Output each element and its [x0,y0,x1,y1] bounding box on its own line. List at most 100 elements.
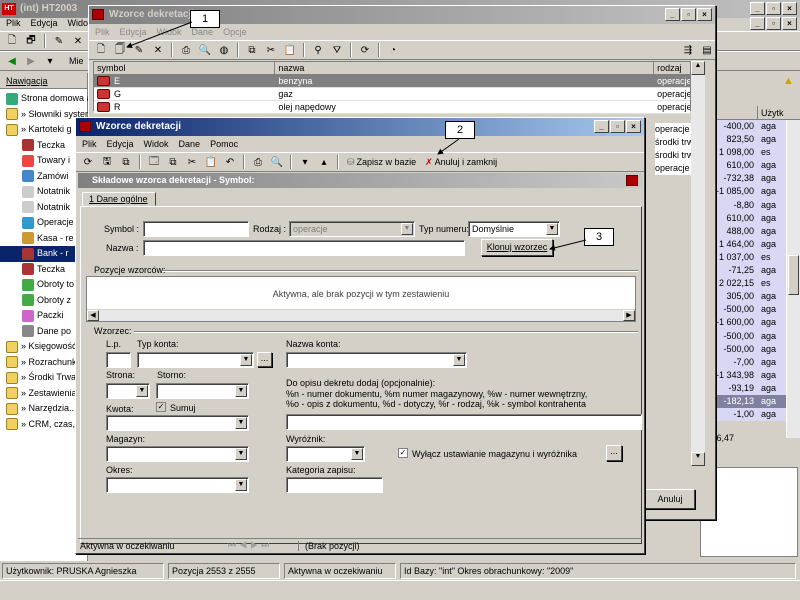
preview-icon[interactable]: 🔍 [269,154,285,170]
undo-icon[interactable]: ↶ [222,154,238,170]
col-symbol[interactable]: symbol [94,62,276,74]
save-disk-icon[interactable]: 🖫 [99,154,115,170]
lp-input[interactable] [106,352,131,368]
mdi-close-icon[interactable]: × [782,17,797,30]
nav-tree-item[interactable]: » Narzędzia... [0,401,87,417]
w1-menu-dane[interactable]: Dane [192,27,214,37]
menu-edycja[interactable]: Edycja [31,18,58,28]
nav-tree-item[interactable]: Teczka [0,138,87,154]
typ-konta-select[interactable]: ▼ [137,352,254,368]
kategoria-input[interactable] [286,477,383,493]
nav-tree-item[interactable]: Zamówi [0,169,87,185]
w2-minimize-icon[interactable]: _ [594,120,609,133]
nav-tree-item[interactable]: » Księgowość [0,339,87,355]
w1-menu-widok[interactable]: Widok [157,27,182,37]
nav-tree-item[interactable]: Teczka [0,262,87,278]
magazyn-select[interactable]: ▼ [106,446,249,462]
w1-menu-edycja[interactable]: Edycja [120,27,147,37]
nav-tree-item[interactable]: » CRM, czas, [0,417,87,433]
nav-tree-item[interactable]: » Rozrachunk [0,355,87,371]
w1-close-icon[interactable]: × [697,8,712,21]
cut-icon[interactable]: ✂ [263,42,279,58]
nazwa-input[interactable] [143,240,465,256]
wylacz-browse-button[interactable]: ... [606,445,622,461]
nav-tree-item[interactable]: » Zestawienia [0,386,87,402]
w2-maximize-icon[interactable]: ▫ [610,120,625,133]
w1-menu-opcje[interactable]: Opcje [223,27,247,37]
opis-input[interactable] [286,414,642,430]
nav-tree-item[interactable]: Obroty z [0,293,87,309]
nav-tree-item[interactable]: Paczki [0,308,87,324]
cancel-close-button[interactable]: ✗ Anuluj i zamknij [422,157,500,168]
delete-icon[interactable]: ✕ [150,42,166,58]
nazwa-konta-select[interactable]: ▼ [286,352,467,368]
w2-close-icon[interactable]: × [626,120,641,133]
w1-maximize-icon[interactable]: ▫ [681,8,696,21]
storno-select[interactable]: ▼ [156,383,249,399]
nav-tree-item[interactable]: Kasa - re [0,231,87,247]
rodzaj-select[interactable]: operacje ▼ [289,221,415,237]
copy-icon[interactable]: ⧉ [165,154,181,170]
typ-numeru-select[interactable]: Domyślnie ▼ [468,221,560,237]
table-row[interactable]: Ebenzyna operacje [94,75,690,88]
open-icon[interactable]: 🗗 [23,33,39,49]
strona-select[interactable]: ▼ [106,383,150,399]
forward-icon[interactable]: ▶ [23,53,39,69]
w2-menu-plik[interactable]: Plik [82,139,97,149]
refresh-icon[interactable]: ⟳ [357,42,373,58]
new-from-icon[interactable]: 🗍 [112,42,128,58]
mdi-restore-icon[interactable]: ▫ [766,17,781,30]
gauge-icon[interactable]: ◔ [385,42,401,58]
clone-button[interactable]: Klonuj wzorzec [481,239,553,256]
w1-menu-plik[interactable]: Plik [95,27,110,37]
globe-icon[interactable]: ◍ [216,42,232,58]
close-icon[interactable]: × [782,2,797,15]
nav-tree-item[interactable]: » Słowniki system [0,107,93,123]
arrow-down-icon[interactable]: ▾ [297,154,313,170]
edit-icon[interactable]: ✎ [131,42,147,58]
new-doc-icon[interactable]: 🗋 [93,42,109,58]
wylacz-checkbox[interactable]: ✓ [398,448,408,458]
okres-select[interactable]: ▼ [106,477,249,493]
save-to-db-button[interactable]: ⛁ Zapisz w bazie [344,157,419,168]
filter-icon[interactable]: ⛛ [329,42,345,58]
delete-icon[interactable]: ✕ [70,33,86,49]
window-icon[interactable]: 🗔 [146,154,162,170]
w2-menu-pomoc[interactable]: Pomoc [210,139,238,149]
arrow-up-icon[interactable]: ▴ [316,154,332,170]
minimize-icon[interactable]: _ [750,2,765,15]
export-icon[interactable]: ⇶ [680,42,696,58]
attach-icon[interactable]: ⧉ [118,154,134,170]
col-header-user[interactable]: Użytk [758,106,786,119]
nav-tree-item[interactable]: » Kartoteki g [0,122,87,138]
copy-icon[interactable]: ⧉ [244,42,260,58]
nav-tree-item[interactable]: Strona domowa a [0,91,92,107]
symbol-input[interactable] [143,221,249,237]
cut-icon[interactable]: ✂ [184,154,200,170]
table-row[interactable]: Rolej napędowy operacje [94,101,690,114]
w2-menu-edycja[interactable]: Edycja [107,139,134,149]
nav-tree-item[interactable]: Dane po [0,324,87,340]
w1-minimize-icon[interactable]: _ [665,8,680,21]
nav-tree-item[interactable]: Operacje [0,215,87,231]
w1-cancel-button[interactable]: Anuluj [645,489,695,509]
paste-icon[interactable]: 📋 [203,154,219,170]
nav-tree-item[interactable]: » Środki Trwa [0,370,87,386]
right-scrollbar[interactable] [786,120,800,438]
pozycje-hscroll[interactable]: ◀ ▶ [87,309,635,321]
wyroznik-select[interactable]: ▼ [286,446,365,462]
col-nazwa[interactable]: nazwa [275,62,655,74]
kwota-select[interactable]: ▼ [106,415,249,431]
nav-tab[interactable]: Nawigacja [0,73,87,89]
paste-icon[interactable]: 📋 [282,42,298,58]
w2-menu-widok[interactable]: Widok [144,139,169,149]
nav-tree-item[interactable]: Notatnik [0,184,87,200]
w1-vscroll[interactable]: ▲ ▼ [691,61,705,466]
dropdown-icon[interactable]: ▾ [42,53,58,69]
tab-dane-ogolne[interactable]: 1 Dane ogólne [82,192,156,206]
sumuj-checkbox[interactable]: ✓ [156,402,166,412]
back-icon[interactable]: ◀ [4,53,20,69]
edit-icon[interactable]: ✎ [51,33,67,49]
columns-icon[interactable]: ▤ [699,42,715,58]
typ-konta-browse-button[interactable]: ... [257,352,272,367]
